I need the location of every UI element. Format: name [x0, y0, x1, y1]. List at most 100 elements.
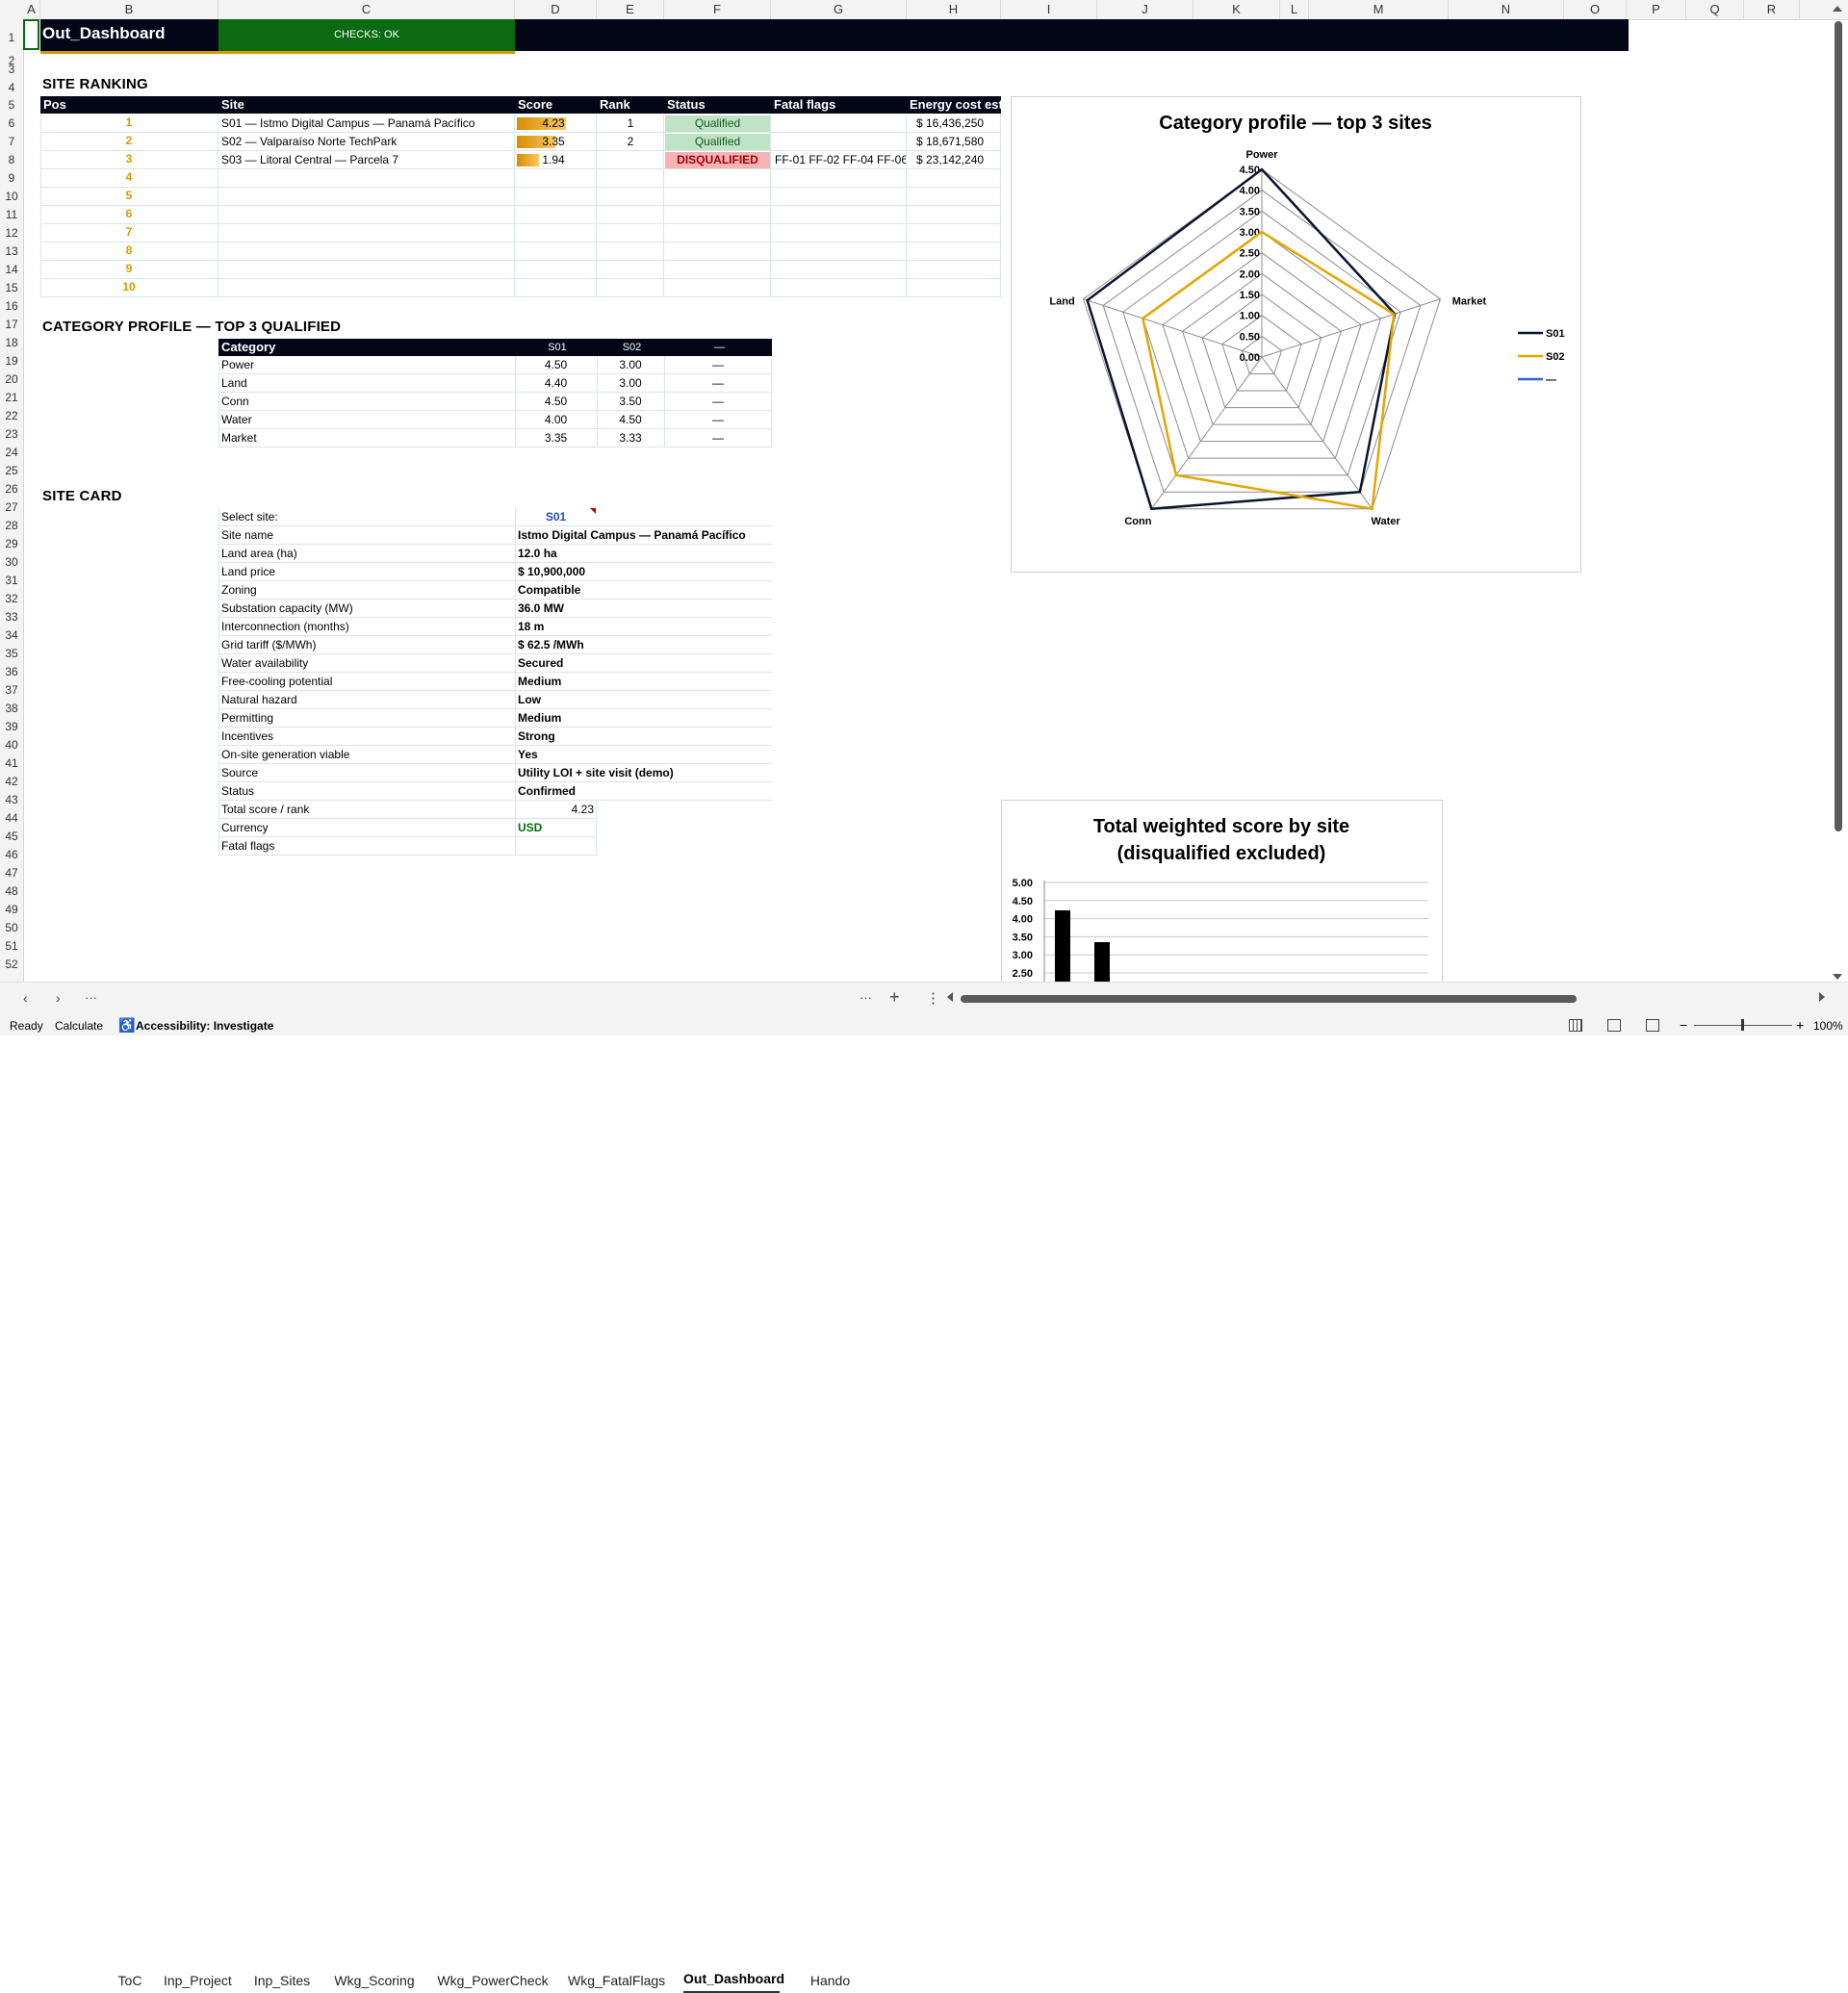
ranking-energy-cost[interactable]: $ 18,671,580	[916, 133, 999, 150]
row-header-41[interactable]: 41	[0, 756, 23, 770]
row-header-10[interactable]: 10	[0, 190, 23, 203]
ranking-rank[interactable]: 1	[597, 115, 664, 132]
zoom-slider-thumb[interactable]	[1741, 1019, 1744, 1031]
row-header-46[interactable]: 46	[0, 848, 23, 861]
row-header-14[interactable]: 14	[0, 263, 23, 276]
row-header-19[interactable]: 19	[0, 354, 23, 368]
hscroll-left-icon[interactable]	[947, 992, 953, 1002]
profile-s01-value[interactable]: 4.50	[515, 393, 597, 410]
column-header-g[interactable]: G	[771, 0, 907, 19]
status-calculate[interactable]: Calculate	[55, 1019, 103, 1033]
row-header-45[interactable]: 45	[0, 830, 23, 843]
row-header-35[interactable]: 35	[0, 647, 23, 660]
column-header-q[interactable]: Q	[1686, 0, 1744, 19]
row-header-44[interactable]: 44	[0, 811, 23, 825]
card-field-value[interactable]: 12.0 ha	[518, 545, 770, 562]
card-field-value[interactable]: Medium	[518, 673, 770, 690]
card-field-value[interactable]: Utility LOI + site visit (demo)	[518, 764, 770, 781]
zoom-out-icon[interactable]: −	[1680, 1017, 1687, 1033]
ranking-site[interactable]: S01 — Istmo Digital Campus — Panamá Pací…	[221, 115, 510, 132]
row-header-42[interactable]: 42	[0, 775, 23, 788]
row-header-11[interactable]: 11	[0, 208, 23, 221]
row-header-15[interactable]: 15	[0, 281, 23, 294]
row-header-32[interactable]: 32	[0, 592, 23, 605]
row-header-5[interactable]: 5	[0, 98, 23, 112]
card-field-value[interactable]: Secured	[518, 654, 770, 672]
status-accessibility[interactable]: Accessibility: Investigate	[136, 1019, 273, 1033]
profile-s02-value[interactable]: 3.50	[597, 393, 664, 410]
horizontal-scrollbar[interactable]	[961, 995, 1577, 1003]
tab-more-left-icon[interactable]: ···	[85, 990, 97, 1005]
tab-more-right-icon[interactable]: ···	[860, 990, 872, 1005]
row-header-36[interactable]: 36	[0, 665, 23, 678]
card-field-value[interactable]: $ 10,900,000	[518, 563, 770, 580]
tab-scroll-left-icon[interactable]: ‹	[23, 990, 28, 1006]
select-site-value[interactable]: S01	[515, 508, 597, 525]
column-header-i[interactable]: I	[1001, 0, 1097, 19]
sheet-tab-inp-sites[interactable]: Inp_Sites	[253, 1968, 311, 1993]
tab-scroll-right-icon[interactable]: ›	[56, 990, 61, 1006]
hscroll-right-icon[interactable]	[1819, 992, 1825, 1002]
profile-category[interactable]: Water	[221, 411, 510, 428]
sheet-tab-wkg-scoring[interactable]: Wkg_Scoring	[332, 1968, 417, 1993]
card-field-value[interactable]: Compatible	[518, 581, 770, 599]
vertical-scrollbar[interactable]	[1835, 21, 1842, 831]
row-header-22[interactable]: 22	[0, 409, 23, 422]
row-header-1[interactable]: 1	[0, 31, 23, 44]
column-header-c[interactable]: C	[218, 0, 515, 19]
profile-s03-value[interactable]: —	[664, 411, 772, 428]
sheet-tab-out-dashboard[interactable]: Out_Dashboard	[683, 1966, 784, 1993]
row-header-24[interactable]: 24	[0, 446, 23, 459]
card-field-value[interactable]: Low	[518, 691, 770, 708]
ranking-fatal-flags[interactable]: FF-01 FF-02 FF-04 FF-06	[775, 151, 906, 168]
row-header-51[interactable]: 51	[0, 939, 23, 953]
column-header-k[interactable]: K	[1194, 0, 1280, 19]
column-header-j[interactable]: J	[1097, 0, 1194, 19]
normal-view-icon[interactable]	[1569, 1019, 1582, 1032]
profile-s03-value[interactable]: —	[664, 374, 772, 392]
column-header-f[interactable]: F	[664, 0, 771, 19]
card-field-value[interactable]: Istmo Digital Campus — Panamá Pacífico	[518, 526, 770, 544]
row-header-6[interactable]: 6	[0, 116, 23, 130]
row-header-28[interactable]: 28	[0, 519, 23, 532]
row-header-12[interactable]: 12	[0, 226, 23, 240]
row-header-30[interactable]: 30	[0, 555, 23, 569]
sheet-tab-wkg-fatalflags[interactable]: Wkg_FatalFlags	[568, 1968, 665, 1993]
currency-value[interactable]: USD	[518, 819, 595, 836]
column-header-r[interactable]: R	[1744, 0, 1800, 19]
row-header-21[interactable]: 21	[0, 391, 23, 404]
sheet-tab-hando[interactable]: Hando	[808, 1968, 852, 1993]
column-header-o[interactable]: O	[1564, 0, 1627, 19]
row-header-29[interactable]: 29	[0, 537, 23, 550]
row-header-40[interactable]: 40	[0, 738, 23, 752]
row-header-34[interactable]: 34	[0, 628, 23, 642]
ranking-energy-cost[interactable]: $ 16,436,250	[916, 115, 999, 132]
vscroll-up-icon[interactable]	[1833, 6, 1842, 12]
row-header-52[interactable]: 52	[0, 958, 23, 971]
sheet-tab-wkg-powercheck[interactable]: Wkg_PowerCheck	[435, 1968, 551, 1993]
profile-s01-value[interactable]: 3.35	[515, 429, 597, 447]
row-header-8[interactable]: 8	[0, 153, 23, 166]
row-header-23[interactable]: 23	[0, 427, 23, 441]
row-header-26[interactable]: 26	[0, 482, 23, 496]
column-header-e[interactable]: E	[597, 0, 664, 19]
column-header-b[interactable]: B	[40, 0, 218, 19]
profile-s01-value[interactable]: 4.00	[515, 411, 597, 428]
row-header-18[interactable]: 18	[0, 336, 23, 349]
profile-category[interactable]: Conn	[221, 393, 510, 410]
profile-s02-value[interactable]: 3.00	[597, 356, 664, 373]
zoom-level[interactable]: 100%	[1813, 1019, 1843, 1033]
card-field-value[interactable]: Medium	[518, 709, 770, 727]
profile-category[interactable]: Market	[221, 429, 510, 447]
profile-s02-value[interactable]: 3.33	[597, 429, 664, 447]
row-header-4[interactable]: 4	[0, 81, 23, 94]
ranking-site[interactable]: S02 — Valparaíso Norte TechPark	[221, 133, 510, 150]
profile-s03-value[interactable]: —	[664, 429, 772, 447]
sheet-options-icon[interactable]: ⋮	[926, 989, 940, 1007]
row-header-38[interactable]: 38	[0, 702, 23, 715]
row-header-16[interactable]: 16	[0, 299, 23, 313]
row-header-25[interactable]: 25	[0, 464, 23, 477]
selected-cell[interactable]	[23, 19, 39, 50]
row-header-31[interactable]: 31	[0, 574, 23, 587]
card-field-value[interactable]: Confirmed	[518, 782, 770, 800]
